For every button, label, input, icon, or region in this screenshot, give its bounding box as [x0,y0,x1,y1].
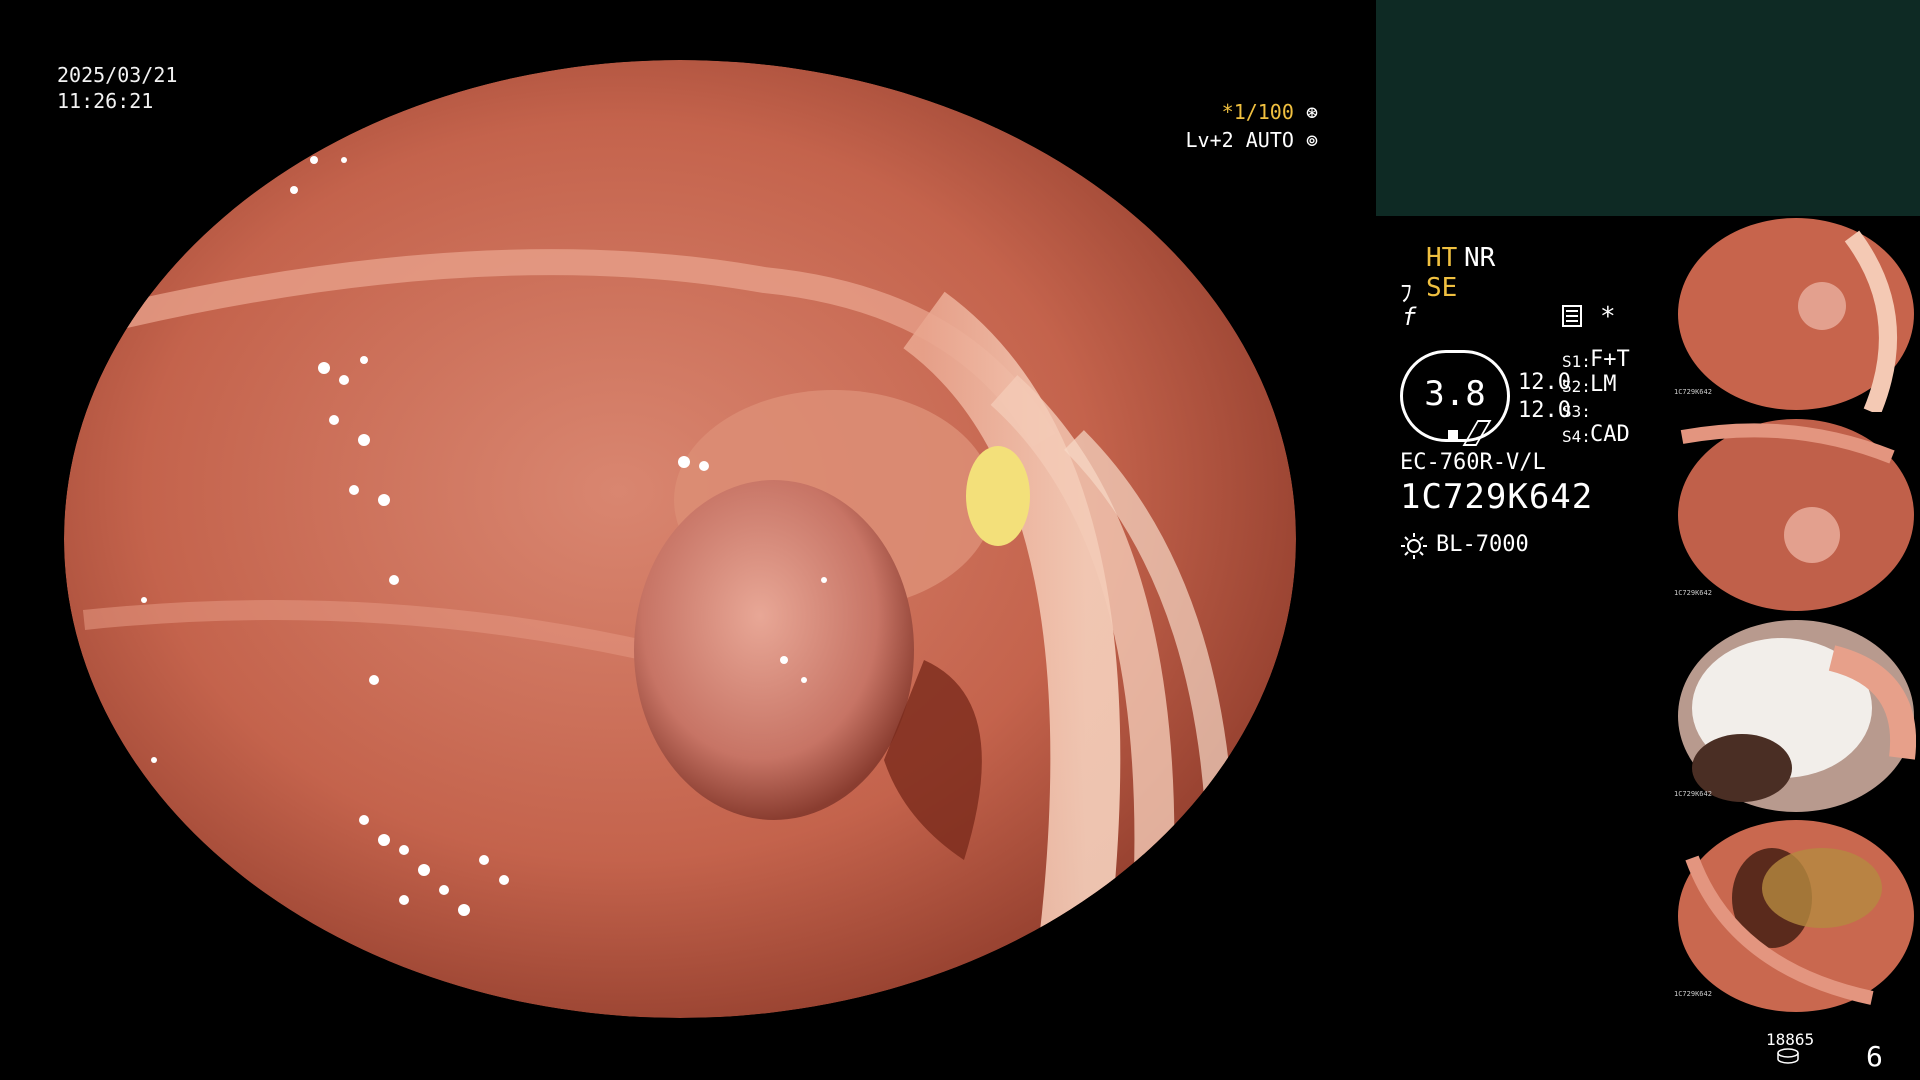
s1-label: S1: [1562,352,1591,371]
image-count: 18865 [1766,1030,1815,1049]
s1-value: F+T [1590,347,1630,372]
s4-label: S4: [1562,427,1591,446]
thumbnail-3[interactable]: 1C729K642 [1672,618,1916,814]
scope-model: EC-760R-V/L [1400,450,1546,475]
thumbnail-caption: 1C729K642 [1674,990,1712,998]
ht-indicator: HT [1426,243,1458,273]
s2-label: S2: [1562,377,1591,396]
zoom-value: 1/100 [1233,100,1294,124]
zoom-prefix: * [1221,100,1234,124]
sun-icon [1401,533,1427,559]
thumbnail-caption: 1C729K642 [1674,589,1712,597]
thumbnail-1[interactable]: 1C729K642 [1672,216,1916,412]
disk-icon [1777,1048,1799,1064]
level-indicator: Lv+2 AUTO ⊚ [1186,128,1318,152]
magnification-marker [1448,430,1458,439]
s2-value: LM [1590,372,1617,397]
magnification-value: 3.8 [1424,374,1486,414]
se-indicator: SE [1426,273,1458,303]
s3-label: S3: [1562,402,1591,421]
light-source: BL-7000 [1436,532,1529,557]
level-value: Lv+2 [1185,128,1234,152]
s4-value: CAD [1590,422,1630,447]
zoom-indicator: *1/100 ⊛ [1222,100,1318,124]
thumbnail-caption: 1C729K642 [1674,790,1712,798]
scope-serial: 1C729K642 [1400,477,1594,517]
thumbnail-2[interactable]: 1C729K642 [1672,417,1916,613]
mode-value: AUTO [1245,128,1294,152]
menu-icon [1562,305,1582,327]
time-text: 11:26:21 [57,89,154,113]
thumbnail-caption: 1C729K642 [1674,388,1712,396]
timestamp: 2025/03/21 11:26:21 [57,62,177,114]
aperture-icon: ⊛ [1305,100,1318,124]
page-number: 6 [1866,1040,1883,1073]
endoscope-view [64,60,1296,1018]
f-indicator: f [1402,303,1417,331]
date-text: 2025/03/21 [57,63,178,87]
panel-top-box [1376,0,1920,216]
asterisk-indicator: * [1600,302,1616,332]
iris-icon: ⊚ [1305,128,1318,152]
nr-indicator: NR [1464,243,1496,273]
thumbnail-4[interactable]: 1C729K642 [1672,818,1916,1014]
